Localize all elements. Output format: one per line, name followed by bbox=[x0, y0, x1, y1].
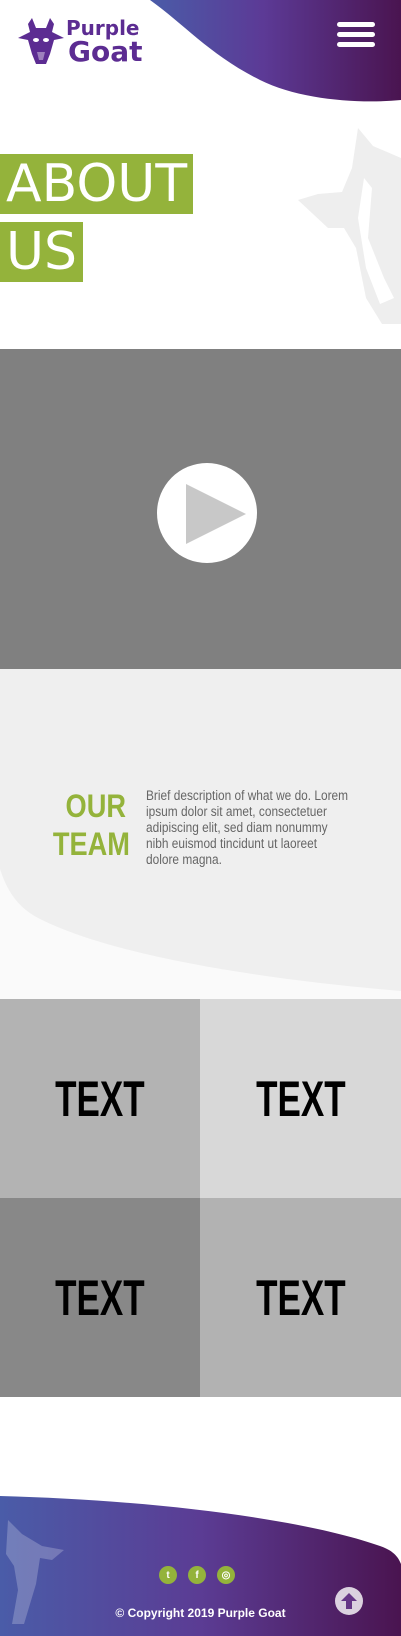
header: Purple Goat bbox=[0, 0, 401, 110]
goat-logo-icon bbox=[18, 18, 64, 64]
logo-text[interactable]: Purple Goat bbox=[66, 18, 143, 66]
team-section: OUR TEAM Brief description of what we do… bbox=[0, 669, 401, 999]
team-title-line-1: OUR bbox=[65, 788, 126, 824]
grid-cell[interactable]: TEXT bbox=[0, 1198, 200, 1397]
grid-cell-label: TEXT bbox=[55, 1269, 145, 1326]
team-title: OUR TEAM bbox=[52, 787, 130, 863]
goat-watermark-icon bbox=[298, 128, 401, 324]
footer: t f ◎ © Copyright 2019 Purple Goat bbox=[0, 1494, 401, 1636]
twitter-icon[interactable]: t bbox=[159, 1566, 177, 1584]
grid-cell-label: TEXT bbox=[255, 1070, 346, 1127]
about-heading-line-2: US bbox=[0, 222, 84, 282]
grid-cell-label: TEXT bbox=[255, 1269, 346, 1326]
play-icon[interactable] bbox=[157, 463, 257, 563]
hamburger-menu-icon[interactable] bbox=[337, 22, 377, 50]
video-player[interactable] bbox=[0, 349, 401, 669]
grid-cell-label: TEXT bbox=[55, 1070, 145, 1127]
grid-cell[interactable]: TEXT bbox=[200, 999, 401, 1198]
about-heading-line-1: ABOUT bbox=[0, 154, 194, 214]
grid-cell[interactable]: TEXT bbox=[200, 1198, 401, 1397]
team-title-line-2: TEAM bbox=[52, 826, 130, 862]
copyright-text: © Copyright 2019 Purple Goat bbox=[115, 1606, 286, 1620]
about-heading: ABOUT US bbox=[0, 154, 194, 282]
text-grid: TEXT TEXT TEXT TEXT bbox=[0, 999, 401, 1397]
facebook-icon[interactable]: f bbox=[188, 1566, 206, 1584]
logo-line-2: Goat bbox=[68, 35, 143, 68]
grid-cell[interactable]: TEXT bbox=[0, 999, 200, 1198]
team-description: Brief description of what we do. Lorem i… bbox=[146, 788, 349, 867]
instagram-icon[interactable]: ◎ bbox=[217, 1566, 235, 1584]
